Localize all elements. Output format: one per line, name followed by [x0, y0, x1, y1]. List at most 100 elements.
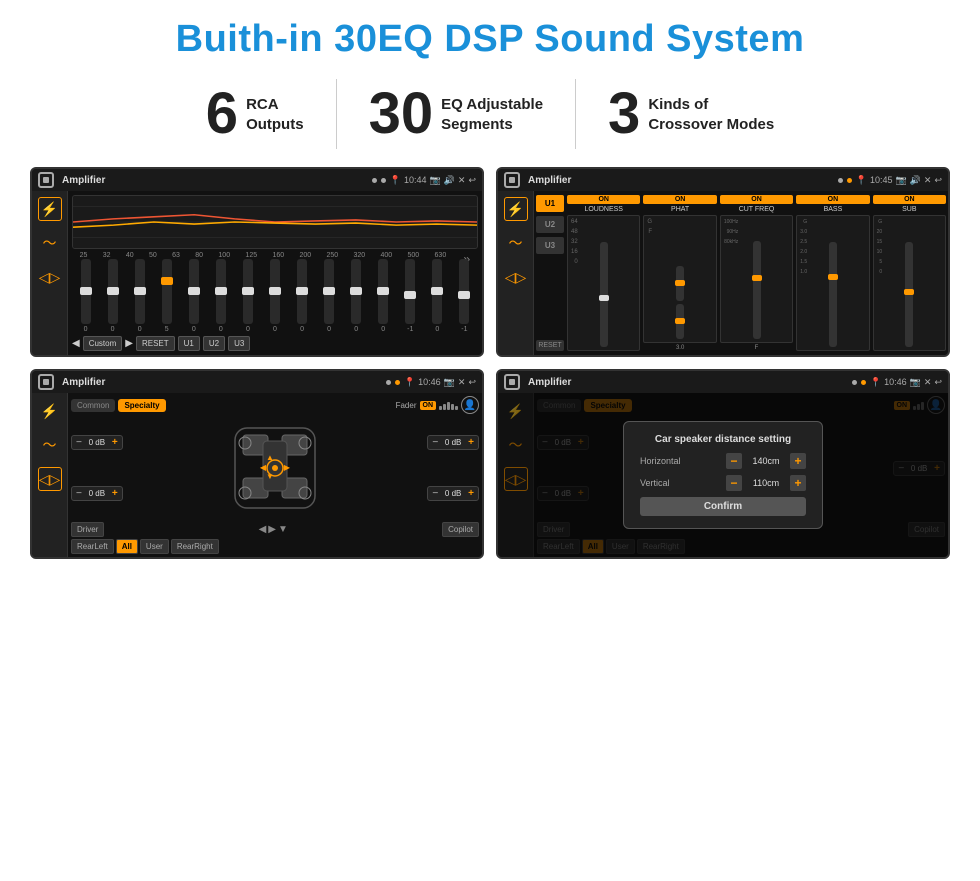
vol-icon-crossover-side[interactable]: ◁▷	[504, 265, 528, 289]
db-ctrl-tl: − 0 dB +	[71, 435, 123, 450]
copilot-btn[interactable]: Copilot	[442, 522, 479, 537]
u3-preset[interactable]: U3	[536, 237, 564, 254]
screen-crossover: Amplifier 📍 10:45 📷 🔊 ✕ ↩ ⚡	[496, 167, 950, 357]
status-bar-eq: Amplifier 📍 10:44 📷 🔊 ✕ ↩	[32, 169, 482, 191]
vol-icon-speaker1[interactable]: ◁▷	[38, 467, 62, 491]
on-sub: ON	[873, 195, 946, 204]
all-btn[interactable]: All	[116, 539, 138, 554]
svg-text:▼: ▼	[266, 472, 274, 481]
left-db-controls: − 0 dB + − 0 dB +	[71, 417, 123, 519]
dot1-speaker1	[386, 380, 391, 385]
fader-on: ON	[420, 401, 437, 410]
screen-speaker2: Amplifier 📍 10:46 📷 ✕ ↩ ⚡ 〜	[496, 369, 950, 559]
db-plus-tr[interactable]: +	[468, 437, 474, 448]
db-minus-bl[interactable]: −	[76, 488, 82, 499]
svg-text:▶: ▶	[284, 463, 291, 472]
status-bar-speaker1: Amplifier 📍 10:46 📷 ✕ ↩	[32, 371, 482, 393]
u2-preset[interactable]: U2	[536, 216, 564, 233]
fader-row: Fader ON 👤	[396, 396, 479, 414]
tab-specialty-speaker1[interactable]: Specialty	[118, 399, 165, 412]
horizontal-minus[interactable]: −	[726, 453, 742, 469]
vertical-minus[interactable]: −	[726, 475, 742, 491]
db-plus-bl[interactable]: +	[112, 488, 118, 499]
location-icon-eq: 📍	[390, 175, 401, 186]
sidebar-speaker1: ⚡ 〜 ◁▷	[32, 393, 68, 557]
vertical-label: Vertical	[640, 478, 670, 488]
wave-icon-crossover[interactable]: 〜	[504, 231, 528, 255]
u1-btn-eq[interactable]: U1	[178, 336, 200, 351]
dot2-speaker2	[861, 380, 866, 385]
cam-icon-speaker1: 📷	[444, 377, 455, 388]
channel-cutfreq: ON CUT FREQ 100Hz 90Hz 80kHz	[720, 195, 793, 351]
fader-label: Fader	[396, 401, 417, 410]
sidebar-crossover: ⚡ 〜 ◁▷	[498, 191, 534, 355]
rearright-btn[interactable]: RearRight	[171, 539, 219, 554]
eq-icon-crossover[interactable]: ⚡	[504, 197, 528, 221]
db-ctrl-br: − 0 dB +	[427, 486, 479, 501]
stat-rca: 6 RCA Outputs	[174, 85, 336, 143]
home-icon-speaker2[interactable]	[504, 374, 520, 390]
home-icon-eq[interactable]	[38, 172, 54, 188]
rearleft-btn[interactable]: RearLeft	[71, 539, 114, 554]
crossover-presets: U1 U2 U3 RESET	[536, 195, 564, 351]
status-icons-speaker1: 📍 10:46 📷 ✕ ↩	[404, 377, 476, 388]
wave-icon-speaker1[interactable]: 〜	[38, 433, 62, 457]
prev-btn[interactable]: ◀	[72, 338, 80, 349]
u1-preset[interactable]: U1	[536, 195, 564, 212]
u3-btn-eq[interactable]: U3	[228, 336, 250, 351]
user-btn[interactable]: User	[140, 539, 169, 554]
speaker1-bottom: Driver ◀ ▶ ▼ Copilot	[71, 522, 479, 537]
db-minus-tr[interactable]: −	[432, 437, 438, 448]
down-arrow[interactable]: ▼	[278, 524, 288, 535]
svg-text:▲: ▲	[266, 453, 274, 462]
stat-line1-rca: RCA	[246, 95, 304, 115]
right-arrow[interactable]: ▶	[268, 524, 276, 535]
reset-crossover[interactable]: RESET	[536, 340, 564, 351]
driver-btn[interactable]: Driver	[71, 522, 104, 537]
tab-common-speaker1[interactable]: Common	[71, 399, 115, 412]
screen-title-speaker1: Amplifier	[62, 377, 382, 388]
wave-icon[interactable]: 〜	[38, 231, 62, 255]
x-icon-crossover: ✕	[924, 175, 932, 186]
home-icon-speaker1[interactable]	[38, 374, 54, 390]
stat-line2-crossover: Crossover Modes	[648, 115, 774, 135]
page-title: Buith-in 30EQ DSP Sound System	[176, 18, 805, 61]
screen-eq: Amplifier 📍 10:44 📷 🔊 ✕ ↩ ⚡	[30, 167, 484, 357]
cam-icon-speaker2: 📷	[910, 377, 921, 388]
eq-icon-speaker1[interactable]: ⚡	[38, 399, 62, 423]
reset-btn-eq[interactable]: RESET	[136, 336, 175, 351]
vol-sidebar-icon[interactable]: ◁▷	[38, 265, 62, 289]
crossover-main: U1 U2 U3 RESET ON LOUDNESS	[534, 191, 948, 355]
horizontal-label: Horizontal	[640, 456, 681, 466]
home-icon-crossover[interactable]	[504, 172, 520, 188]
db-plus-br[interactable]: +	[468, 488, 474, 499]
db-ctrl-tr: − 0 dB +	[427, 435, 479, 450]
confirm-button[interactable]: Confirm	[640, 497, 806, 516]
db-minus-br[interactable]: −	[432, 488, 438, 499]
on-cutfreq: ON	[720, 195, 793, 204]
car-diagram-svg: ▲ ▼ ◀ ▶	[127, 417, 424, 519]
dot2-speaker1	[395, 380, 400, 385]
crossover-channels: ON LOUDNESS 64 48 32 16 0	[567, 195, 946, 351]
avatar-speaker1[interactable]: 👤	[461, 396, 479, 414]
vertical-plus[interactable]: +	[790, 475, 806, 491]
eq-main: 25 32 40 50 63 80 100 125 160 200 250 32…	[68, 191, 482, 355]
u2-btn-eq[interactable]: U2	[203, 336, 225, 351]
page-container: Buith-in 30EQ DSP Sound System 6 RCA Out…	[0, 0, 980, 881]
next-btn[interactable]: ▶	[125, 338, 133, 349]
stat-text-crossover: Kinds of Crossover Modes	[648, 85, 774, 134]
eq-icon[interactable]: ⚡	[38, 197, 62, 221]
back-icon-speaker2: ↩	[934, 377, 942, 388]
horizontal-plus[interactable]: +	[790, 453, 806, 469]
left-arrow[interactable]: ◀	[259, 524, 267, 535]
custom-btn[interactable]: Custom	[83, 336, 123, 351]
stat-line1-crossover: Kinds of	[648, 95, 774, 115]
speaker1-top: Common Specialty Fader ON	[71, 396, 479, 414]
db-plus-tl[interactable]: +	[112, 437, 118, 448]
speaker1-body: − 0 dB + − 0 dB +	[71, 417, 479, 519]
right-db-controls: − 0 dB + − 0 dB +	[427, 417, 479, 519]
back-icon-crossover: ↩	[934, 175, 942, 186]
db-minus-tl[interactable]: −	[76, 437, 82, 448]
channel-sub: ON SUB G 20 15 10 5 0	[873, 195, 946, 351]
cam-icon-crossover: 📷	[895, 175, 906, 186]
